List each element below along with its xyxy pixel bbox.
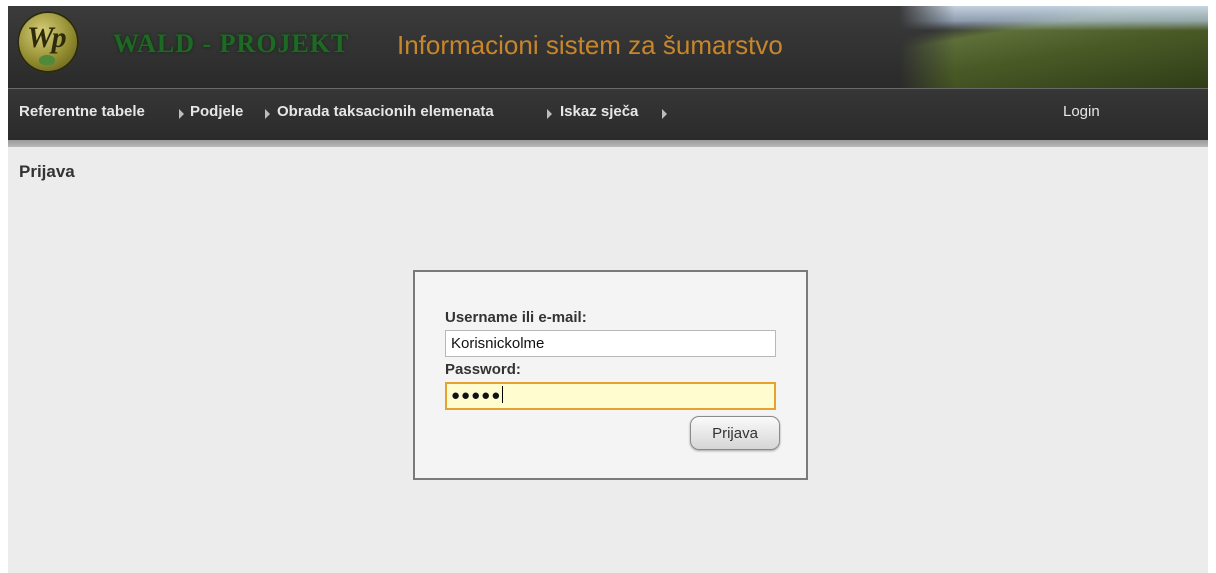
- logo-text: Wp: [27, 21, 67, 54]
- username-label: Username ili e-mail:: [445, 309, 587, 326]
- nav-shadow-band: [8, 140, 1208, 147]
- nav-arrow-icon: [547, 109, 552, 119]
- password-input[interactable]: ●●●●●: [445, 382, 776, 410]
- main-nav: Referentne tabele Podjele Obrada taksaci…: [8, 89, 1208, 140]
- nav-item-iskaz-sjeca[interactable]: Iskaz sječa: [560, 103, 638, 120]
- nav-item-obrada-taksacionih-elemenata[interactable]: Obrada taksacionih elemenata: [277, 103, 494, 120]
- nav-item-podjele[interactable]: Podjele: [190, 103, 243, 120]
- wald-projekt-logo: Wp: [17, 11, 79, 73]
- username-input[interactable]: Korisnickolme: [445, 330, 776, 357]
- leaf-icon: [39, 55, 55, 65]
- text-caret: [502, 386, 504, 403]
- login-link[interactable]: Login: [1063, 103, 1100, 120]
- login-form: Username ili e-mail: Korisnickolme Passw…: [413, 270, 808, 480]
- page: Wp WALD - PROJEKT Informacioni sistem za…: [8, 6, 1208, 573]
- nav-arrow-icon: [662, 109, 667, 119]
- brand-name: WALD - PROJEKT: [113, 29, 350, 58]
- nav-arrow-icon: [179, 109, 184, 119]
- app-title: Informacioni sistem za šumarstvo: [397, 30, 783, 60]
- header-banner: Wp WALD - PROJEKT Informacioni sistem za…: [8, 6, 1208, 88]
- username-value: Korisnickolme: [451, 335, 545, 352]
- password-value: ●●●●●: [451, 387, 502, 404]
- login-submit-button[interactable]: Prijava: [690, 416, 780, 450]
- landscape-image: [899, 6, 1208, 88]
- nav-item-referentne-tabele[interactable]: Referentne tabele: [19, 103, 145, 120]
- nav-arrow-icon: [265, 109, 270, 119]
- password-label: Password:: [445, 361, 521, 378]
- page-title: Prijava: [19, 162, 75, 181]
